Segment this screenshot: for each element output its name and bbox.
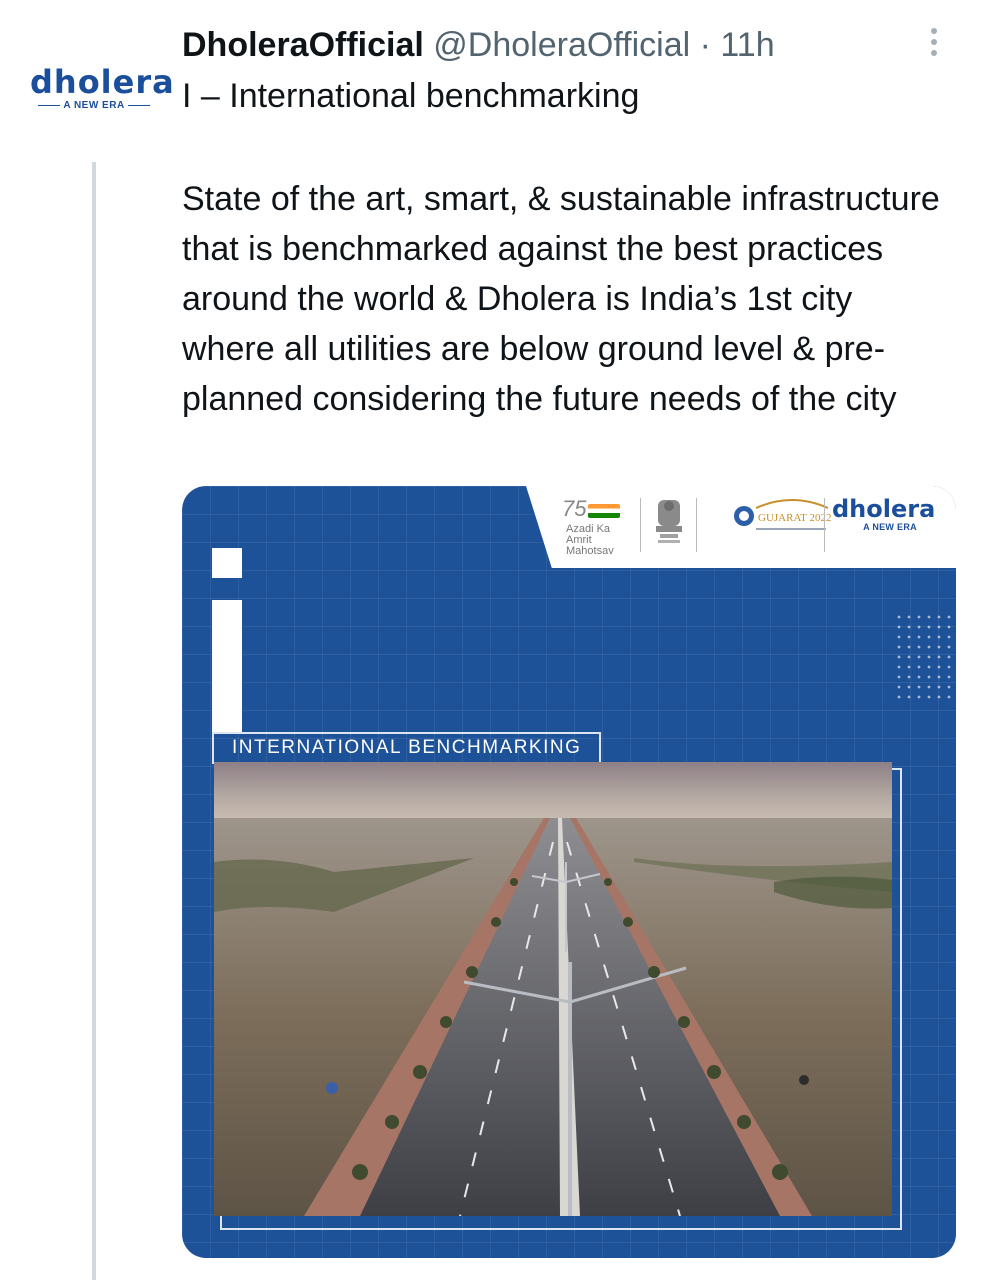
separator-dot: ·: [699, 26, 711, 64]
thread-line: [92, 162, 96, 1280]
tweet-timestamp[interactable]: 11h: [720, 26, 774, 64]
tweet-first-line: I – International benchmarking: [182, 77, 640, 115]
author-name[interactable]: DholeraOfficial: [182, 26, 424, 64]
card-label: INTERNATIONAL BENCHMARKING: [212, 732, 602, 764]
tweet-body: State of the art, smart, & sustainable i…: [182, 180, 940, 418]
tweet-media-image[interactable]: 75 Azadi Ka Amrit Mahotsav GUJARAT 2022: [182, 486, 956, 1258]
dholera-logo: dholera A NEW ERA: [832, 495, 936, 532]
letter-i-stem: [212, 600, 242, 732]
vibrant-gujarat-logo: GUJARAT 2022: [732, 496, 832, 540]
author-handle[interactable]: @DholeraOfficial: [433, 26, 690, 64]
avatar-wordmark: dholera: [30, 63, 175, 101]
road-photo: [214, 762, 902, 1230]
logo-strip: 75 Azadi Ka Amrit Mahotsav GUJARAT 2022: [526, 486, 956, 568]
avatar-tagline: A NEW ERA: [30, 100, 158, 111]
avatar[interactable]: dholera A NEW ERA: [30, 63, 175, 116]
tweet-header: DholeraOfficial @DholeraOfficial · 11h: [182, 24, 775, 66]
national-emblem-icon: [652, 496, 686, 552]
more-options-icon[interactable]: [924, 28, 944, 64]
letter-i-dot: [212, 548, 242, 578]
decorative-dot-grid: [894, 612, 956, 702]
azadi-ka-amrit-mahotsav-logo: 75 Azadi Ka Amrit Mahotsav: [562, 496, 634, 557]
